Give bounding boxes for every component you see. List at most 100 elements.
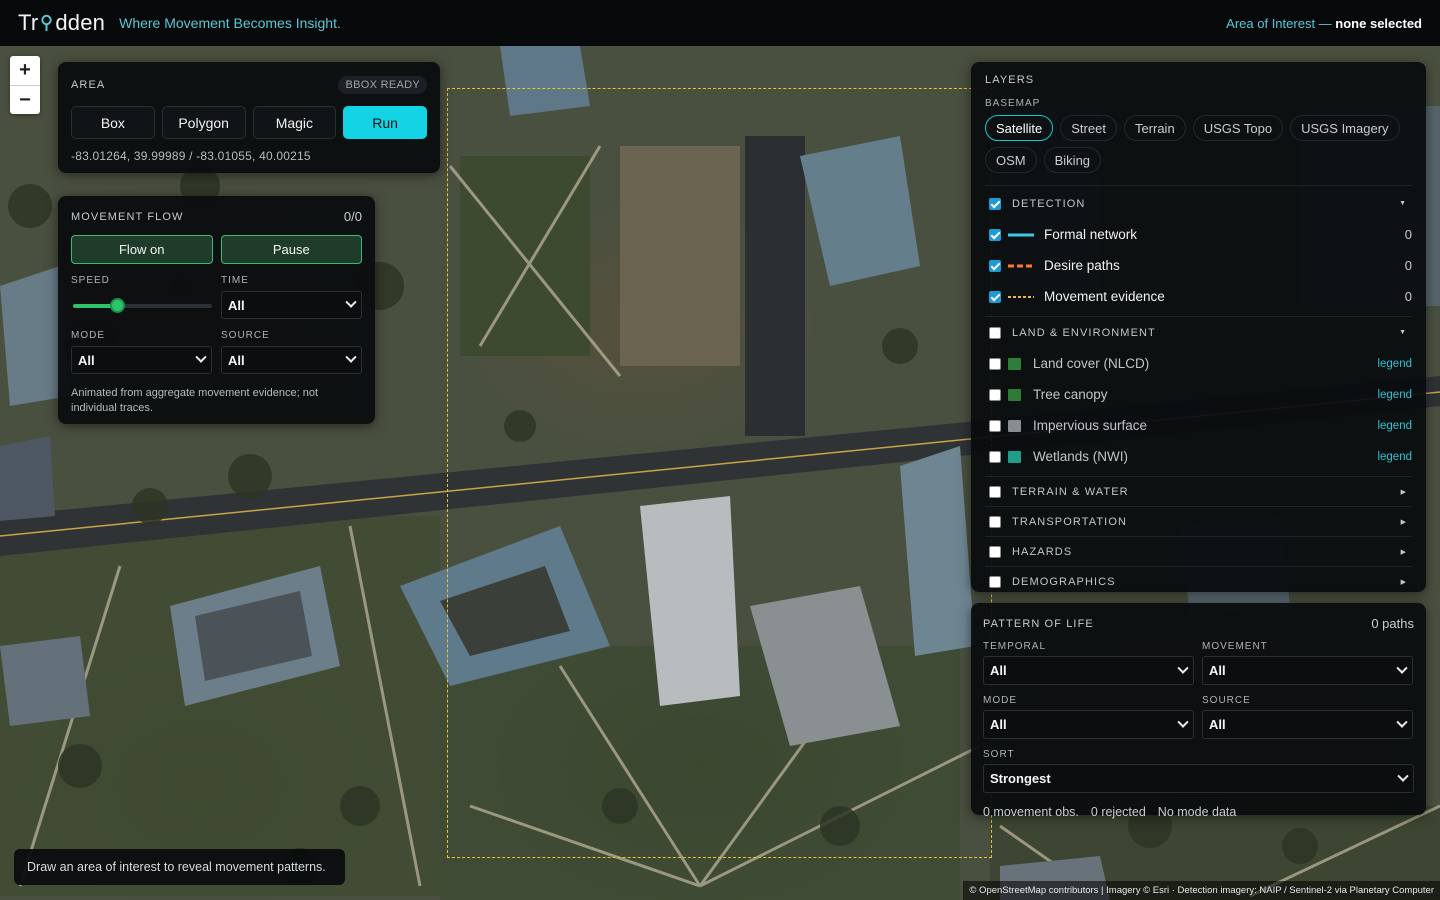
basemap-terrain[interactable]: Terrain xyxy=(1123,115,1186,141)
land-environment-checkbox[interactable] xyxy=(989,326,1001,339)
land-cover-swatch xyxy=(1008,357,1021,370)
polygon-tool-button[interactable]: Polygon xyxy=(161,106,246,139)
land-environment-label: LAND & ENVIRONMENT xyxy=(1012,326,1156,339)
detection-checkbox[interactable] xyxy=(989,197,1001,210)
chevron-down-icon xyxy=(1397,770,1409,782)
box-tool-button[interactable]: Box xyxy=(71,106,155,139)
pause-button[interactable]: Pause xyxy=(220,235,362,264)
wetlands-checkbox[interactable] xyxy=(989,450,1001,463)
area-of-interest-box[interactable] xyxy=(447,88,992,858)
caret-right-icon[interactable]: ▶ xyxy=(1401,548,1406,556)
detection-label: DETECTION xyxy=(1012,197,1086,210)
zoom-control: + − xyxy=(10,56,40,114)
pol-mode-select-value: All xyxy=(990,717,1007,732)
terrain-water-group-header[interactable]: TERRAIN & WATER ▶ xyxy=(985,477,1412,506)
time-label: TIME xyxy=(221,275,249,286)
transportation-checkbox[interactable] xyxy=(989,515,1001,528)
hazards-checkbox[interactable] xyxy=(989,545,1001,558)
map-pin-icon xyxy=(40,12,53,34)
basemap-street[interactable]: Street xyxy=(1060,115,1117,141)
caret-right-icon[interactable]: ▶ xyxy=(1401,578,1406,586)
layer-wetlands[interactable]: Wetlands (NWI) legend xyxy=(985,441,1412,472)
logo-text-end: dden xyxy=(55,10,106,35)
chevron-down-icon xyxy=(345,296,357,308)
map-attribution[interactable]: © OpenStreetMap contributors | Imagery ©… xyxy=(963,881,1440,900)
formal-network-label: Formal network xyxy=(1044,227,1138,242)
demographics-checkbox[interactable] xyxy=(989,575,1001,588)
source-select[interactable]: All xyxy=(221,346,362,374)
movement-select[interactable]: All xyxy=(1202,656,1413,685)
magic-tool-button[interactable]: Magic xyxy=(252,106,337,139)
layer-tree-canopy[interactable]: Tree canopy legend xyxy=(985,379,1412,410)
demographics-group-header[interactable]: DEMOGRAPHICS ▶ xyxy=(985,567,1412,596)
source-select-value: All xyxy=(228,352,245,368)
layer-movement-evidence[interactable]: Movement evidence 0 xyxy=(985,281,1412,312)
pol-source-select[interactable]: All xyxy=(1202,710,1413,739)
basemap-biking[interactable]: Biking xyxy=(1043,147,1102,173)
transportation-label: TRANSPORTATION xyxy=(1012,515,1128,528)
tagline: Where Movement Becomes Insight. xyxy=(119,15,341,31)
basemap-usgs-topo[interactable]: USGS Topo xyxy=(1192,115,1284,141)
layer-impervious-surface[interactable]: Impervious surface legend xyxy=(985,410,1412,441)
terrain-water-checkbox[interactable] xyxy=(989,485,1001,498)
movement-flow-panel: MOVEMENT FLOW 0/0 Flow on Pause SPEED TI… xyxy=(58,196,375,424)
basemap-osm[interactable]: OSM xyxy=(985,147,1037,173)
land-environment-group-header[interactable]: LAND & ENVIRONMENT ▼ xyxy=(985,317,1412,348)
transportation-group-header[interactable]: TRANSPORTATION ▶ xyxy=(985,507,1412,536)
temporal-select[interactable]: All xyxy=(983,656,1194,685)
speed-slider[interactable] xyxy=(71,291,212,319)
chevron-down-icon xyxy=(1396,716,1408,728)
flow-note: Animated from aggregate movement evidenc… xyxy=(71,387,319,414)
formal-network-checkbox[interactable] xyxy=(989,228,1001,241)
caret-down-icon[interactable]: ▼ xyxy=(1399,329,1406,336)
layers-title: LAYERS xyxy=(985,74,1035,86)
tree-canopy-label: Tree canopy xyxy=(1033,387,1108,402)
layer-land-cover[interactable]: Land cover (NLCD) legend xyxy=(985,348,1412,379)
caret-right-icon[interactable]: ▶ xyxy=(1401,488,1406,496)
rejected-stat: 0 rejected xyxy=(1090,805,1146,819)
basemap-satellite[interactable]: Satellite xyxy=(985,115,1054,141)
app-logo[interactable]: Tr dden xyxy=(18,10,105,36)
source-label: SOURCE xyxy=(221,330,270,341)
movement-evidence-checkbox[interactable] xyxy=(989,290,1001,303)
dashed-line-icon xyxy=(1008,260,1034,272)
mode-label: MODE xyxy=(71,330,105,341)
aoi-status-value: none selected xyxy=(1335,15,1422,31)
impervious-surface-legend-link[interactable]: legend xyxy=(1377,420,1412,432)
flow-on-button[interactable]: Flow on xyxy=(71,235,213,264)
chevron-down-icon xyxy=(1177,716,1189,728)
time-select[interactable]: All xyxy=(221,291,362,319)
aoi-status-prefix: Area of Interest — xyxy=(1226,15,1332,31)
layer-formal-network[interactable]: Formal network 0 xyxy=(985,219,1412,250)
zoom-out-button[interactable]: − xyxy=(10,85,40,114)
impervious-surface-checkbox[interactable] xyxy=(989,419,1001,432)
tree-canopy-legend-link[interactable]: legend xyxy=(1377,389,1412,401)
detection-group-header[interactable]: DETECTION ▼ xyxy=(985,188,1412,219)
movement-evidence-label: Movement evidence xyxy=(1044,289,1165,304)
sort-select[interactable]: Strongest xyxy=(983,764,1414,793)
basemap-usgs-imagery[interactable]: USGS Imagery xyxy=(1290,115,1400,141)
caret-right-icon[interactable]: ▶ xyxy=(1401,518,1406,526)
hazards-group-header[interactable]: HAZARDS ▶ xyxy=(985,537,1412,566)
temporal-select-value: All xyxy=(990,663,1007,678)
demographics-label: DEMOGRAPHICS xyxy=(1012,575,1116,588)
temporal-label: TEMPORAL xyxy=(983,641,1047,652)
caret-down-icon[interactable]: ▼ xyxy=(1399,200,1406,207)
desire-paths-checkbox[interactable] xyxy=(989,259,1001,272)
sort-label: SORT xyxy=(983,749,1015,760)
land-cover-legend-link[interactable]: legend xyxy=(1377,358,1412,370)
mode-select[interactable]: All xyxy=(71,346,212,374)
tree-canopy-checkbox[interactable] xyxy=(989,388,1001,401)
chevron-down-icon xyxy=(195,351,207,363)
wetlands-legend-link[interactable]: legend xyxy=(1377,451,1412,463)
formal-network-count: 0 xyxy=(1404,227,1412,242)
flow-count: 0/0 xyxy=(343,209,362,224)
layer-desire-paths[interactable]: Desire paths 0 xyxy=(985,250,1412,281)
top-bar: Tr dden Where Movement Becomes Insight. … xyxy=(0,0,1440,46)
zoom-in-button[interactable]: + xyxy=(10,56,40,85)
pol-mode-select[interactable]: All xyxy=(983,710,1194,739)
slider-thumb[interactable] xyxy=(110,298,125,313)
tree-canopy-swatch xyxy=(1008,388,1021,401)
run-button[interactable]: Run xyxy=(343,106,427,139)
land-cover-checkbox[interactable] xyxy=(989,357,1001,370)
